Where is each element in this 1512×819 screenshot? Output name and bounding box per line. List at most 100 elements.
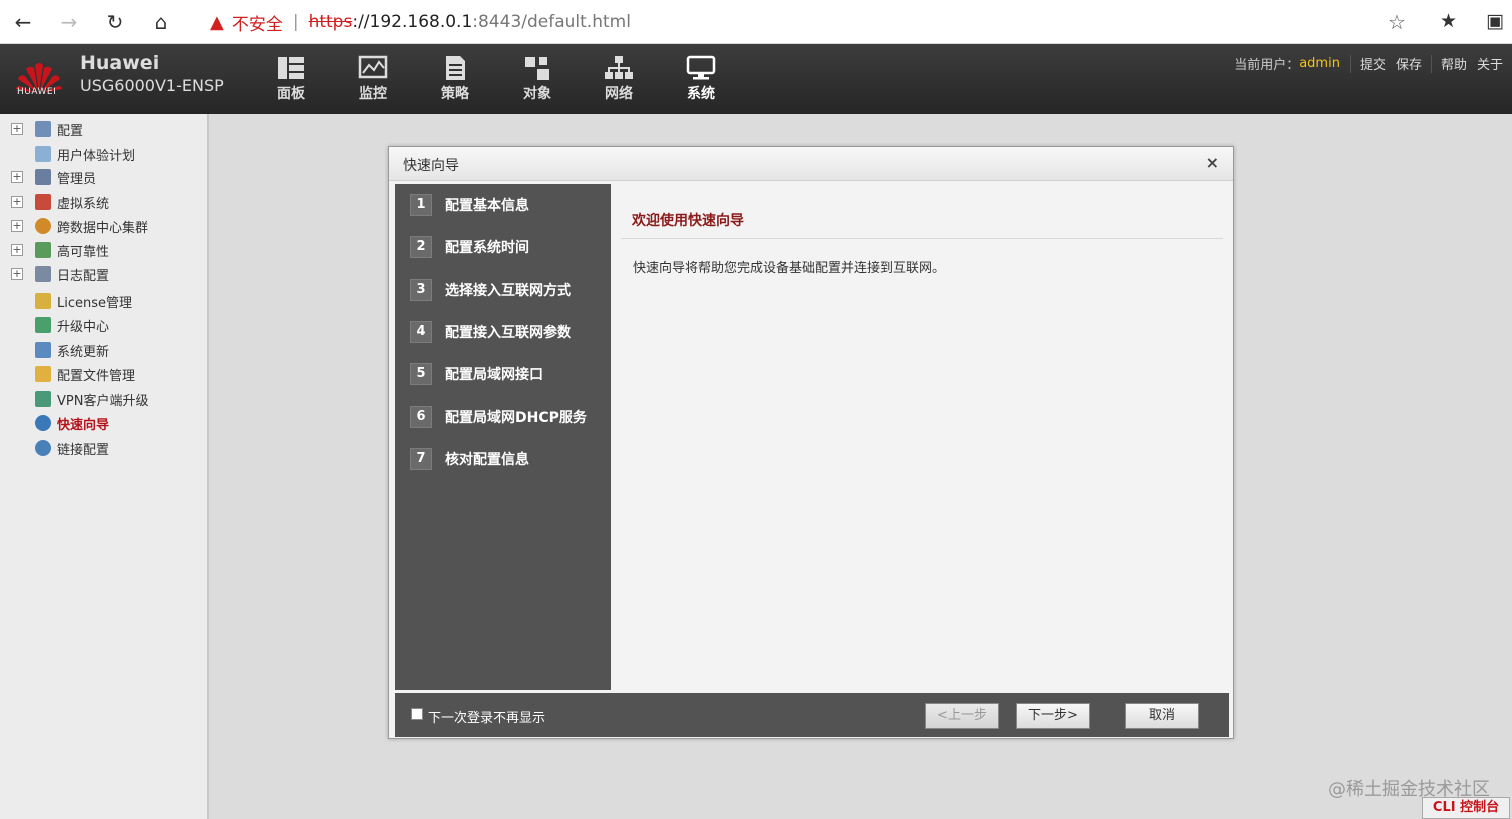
sidebar-item-label: 跨数据中心集群 xyxy=(57,220,149,236)
nav-monitor[interactable]: 监控 xyxy=(332,44,414,114)
upgrade-icon xyxy=(35,317,51,333)
favorites-icon[interactable]: ★ xyxy=(1440,10,1457,32)
virtual-system-icon xyxy=(35,194,51,210)
security-warning: 不安全 xyxy=(231,14,283,35)
nav-network[interactable]: 网络 xyxy=(578,44,660,114)
save-link[interactable]: 保存 xyxy=(1396,54,1422,73)
nav-system[interactable]: 系统 xyxy=(660,44,742,114)
sidebar-item-label: VPN客户端升级 xyxy=(57,393,149,409)
expand-icon[interactable]: + xyxy=(11,220,23,232)
wizard-content: 欢迎使用快速向导 快速向导将帮助您完成设备基础配置并连接到互联网。 xyxy=(611,184,1229,690)
config-file-icon xyxy=(35,366,51,382)
sidebar-tree: + 配置 用户体验计划 + 管理员 + 虚拟系统 + 跨数据中心集群 + 高可靠… xyxy=(0,114,209,819)
wizard-step[interactable]: 6 配置局域网DHCP服务 xyxy=(410,404,587,430)
wizard-icon xyxy=(35,415,51,431)
admin-icon xyxy=(35,169,51,185)
nav-label: 对象 xyxy=(523,86,551,102)
expand-icon[interactable]: + xyxy=(11,244,23,256)
nav-dashboard[interactable]: 面板 xyxy=(250,44,332,114)
step-number: 5 xyxy=(410,363,432,385)
reload-icon[interactable]: ↻ xyxy=(92,0,138,44)
expand-icon[interactable]: + xyxy=(11,268,23,280)
sidebar-item-label: 用户体验计划 xyxy=(57,148,136,164)
step-number: 1 xyxy=(410,194,432,216)
warning-icon: ▲ xyxy=(210,11,224,33)
nav-label: 策略 xyxy=(441,86,469,102)
step-number: 6 xyxy=(410,406,432,428)
huawei-logo-icon xyxy=(16,63,62,93)
divider xyxy=(1349,54,1351,73)
expand-icon[interactable]: + xyxy=(11,196,23,208)
network-icon xyxy=(605,56,633,79)
step-label: 配置局域网接口 xyxy=(445,367,543,383)
wizard-step[interactable]: 5 配置局域网接口 xyxy=(410,361,543,387)
collections-icon[interactable]: ▣ xyxy=(1486,10,1504,32)
close-icon[interactable]: × xyxy=(1206,153,1219,172)
dont-show-again-checkbox[interactable] xyxy=(411,708,423,720)
wizard-step[interactable]: 7 核对配置信息 xyxy=(410,446,529,472)
current-user-label: 当前用户： xyxy=(1234,58,1300,73)
dialog-footer: 下一次登录不再显示 <上一步 下一步> 取消 xyxy=(395,693,1229,737)
next-step-button[interactable]: 下一步> xyxy=(1016,703,1090,729)
wizard-step[interactable]: 1 配置基本信息 xyxy=(410,192,529,218)
nav-object[interactable]: 对象 xyxy=(496,44,578,114)
step-number: 4 xyxy=(410,321,432,343)
wizard-step[interactable]: 4 配置接入互联网参数 xyxy=(410,319,571,345)
nav-label: 面板 xyxy=(277,86,305,102)
divider xyxy=(1430,54,1432,73)
nav-policy[interactable]: 策略 xyxy=(414,44,496,114)
system-icon xyxy=(686,55,716,80)
step-number: 7 xyxy=(410,448,432,470)
license-icon xyxy=(35,293,51,309)
step-label: 配置接入互联网参数 xyxy=(445,325,571,341)
dialog-title: 快速向导 xyxy=(403,158,459,174)
cancel-button[interactable]: 取消 xyxy=(1125,703,1199,729)
forward-arrow-icon[interactable]: → xyxy=(46,0,92,44)
user-experience-icon xyxy=(35,146,51,162)
sidebar-item-label: 日志配置 xyxy=(57,268,110,284)
logo-text: HUAWEI xyxy=(17,87,57,97)
step-number: 3 xyxy=(410,279,432,301)
expand-icon[interactable]: + xyxy=(11,123,23,135)
log-icon xyxy=(35,266,51,282)
address-separator: | xyxy=(292,12,299,32)
wizard-step[interactable]: 2 配置系统时间 xyxy=(410,234,529,260)
about-link[interactable]: 关于 xyxy=(1477,54,1503,73)
sidebar-item-label: 配置文件管理 xyxy=(57,368,136,384)
policy-icon xyxy=(446,56,465,80)
cli-console-button[interactable]: CLI 控制台 xyxy=(1422,797,1510,819)
app-header: HUAWEI Huawei USG6000V1-ENSP 面板 监控 策略 对象 xyxy=(0,44,1512,114)
top-nav: 面板 监控 策略 对象 网络 系统 xyxy=(250,44,742,114)
high-availability-icon xyxy=(35,242,51,258)
help-link[interactable]: 帮助 xyxy=(1441,54,1467,73)
sidebar-item-label: 配置 xyxy=(57,123,84,139)
content-description: 快速向导将帮助您完成设备基础配置并连接到互联网。 xyxy=(633,261,946,276)
dashboard-icon xyxy=(278,57,304,79)
url-host: ://192.168.0.1 xyxy=(352,12,473,32)
nav-label: 系统 xyxy=(687,86,715,102)
current-user-name: admin xyxy=(1299,56,1340,71)
address-bar[interactable]: ▲ 不安全 | https://192.168.0.1:8443/default… xyxy=(198,4,1420,40)
sidebar-item-label: 虚拟系统 xyxy=(57,196,110,212)
sidebar-item-label: 快速向导 xyxy=(57,417,110,433)
home-icon[interactable]: ⌂ xyxy=(138,0,184,44)
brand-name: Huawei xyxy=(80,52,160,74)
back-arrow-icon[interactable]: ← xyxy=(0,0,46,44)
wizard-step[interactable]: 3 选择接入互联网方式 xyxy=(410,277,571,303)
browser-toolbar: ← → ↻ ⌂ ▲ 不安全 | https://192.168.0.1:8443… xyxy=(0,0,1512,44)
prev-step-button[interactable]: <上一步 xyxy=(925,703,999,729)
sidebar-item-label: 管理员 xyxy=(57,171,97,187)
object-icon xyxy=(525,57,549,80)
url-scheme: https xyxy=(308,12,353,32)
step-label: 配置局域网DHCP服务 xyxy=(445,410,587,426)
step-label: 核对配置信息 xyxy=(445,452,529,468)
vpn-icon xyxy=(35,391,51,407)
sidebar-item-label: 系统更新 xyxy=(57,344,110,360)
star-icon[interactable]: ☆ xyxy=(1388,10,1406,34)
content-title: 欢迎使用快速向导 xyxy=(632,213,744,229)
link-config-icon xyxy=(35,440,51,456)
expand-icon[interactable]: + xyxy=(11,171,23,183)
nav-label: 网络 xyxy=(605,86,633,102)
submit-link[interactable]: 提交 xyxy=(1360,54,1386,73)
brand-model: USG6000V1-ENSP xyxy=(80,76,224,95)
